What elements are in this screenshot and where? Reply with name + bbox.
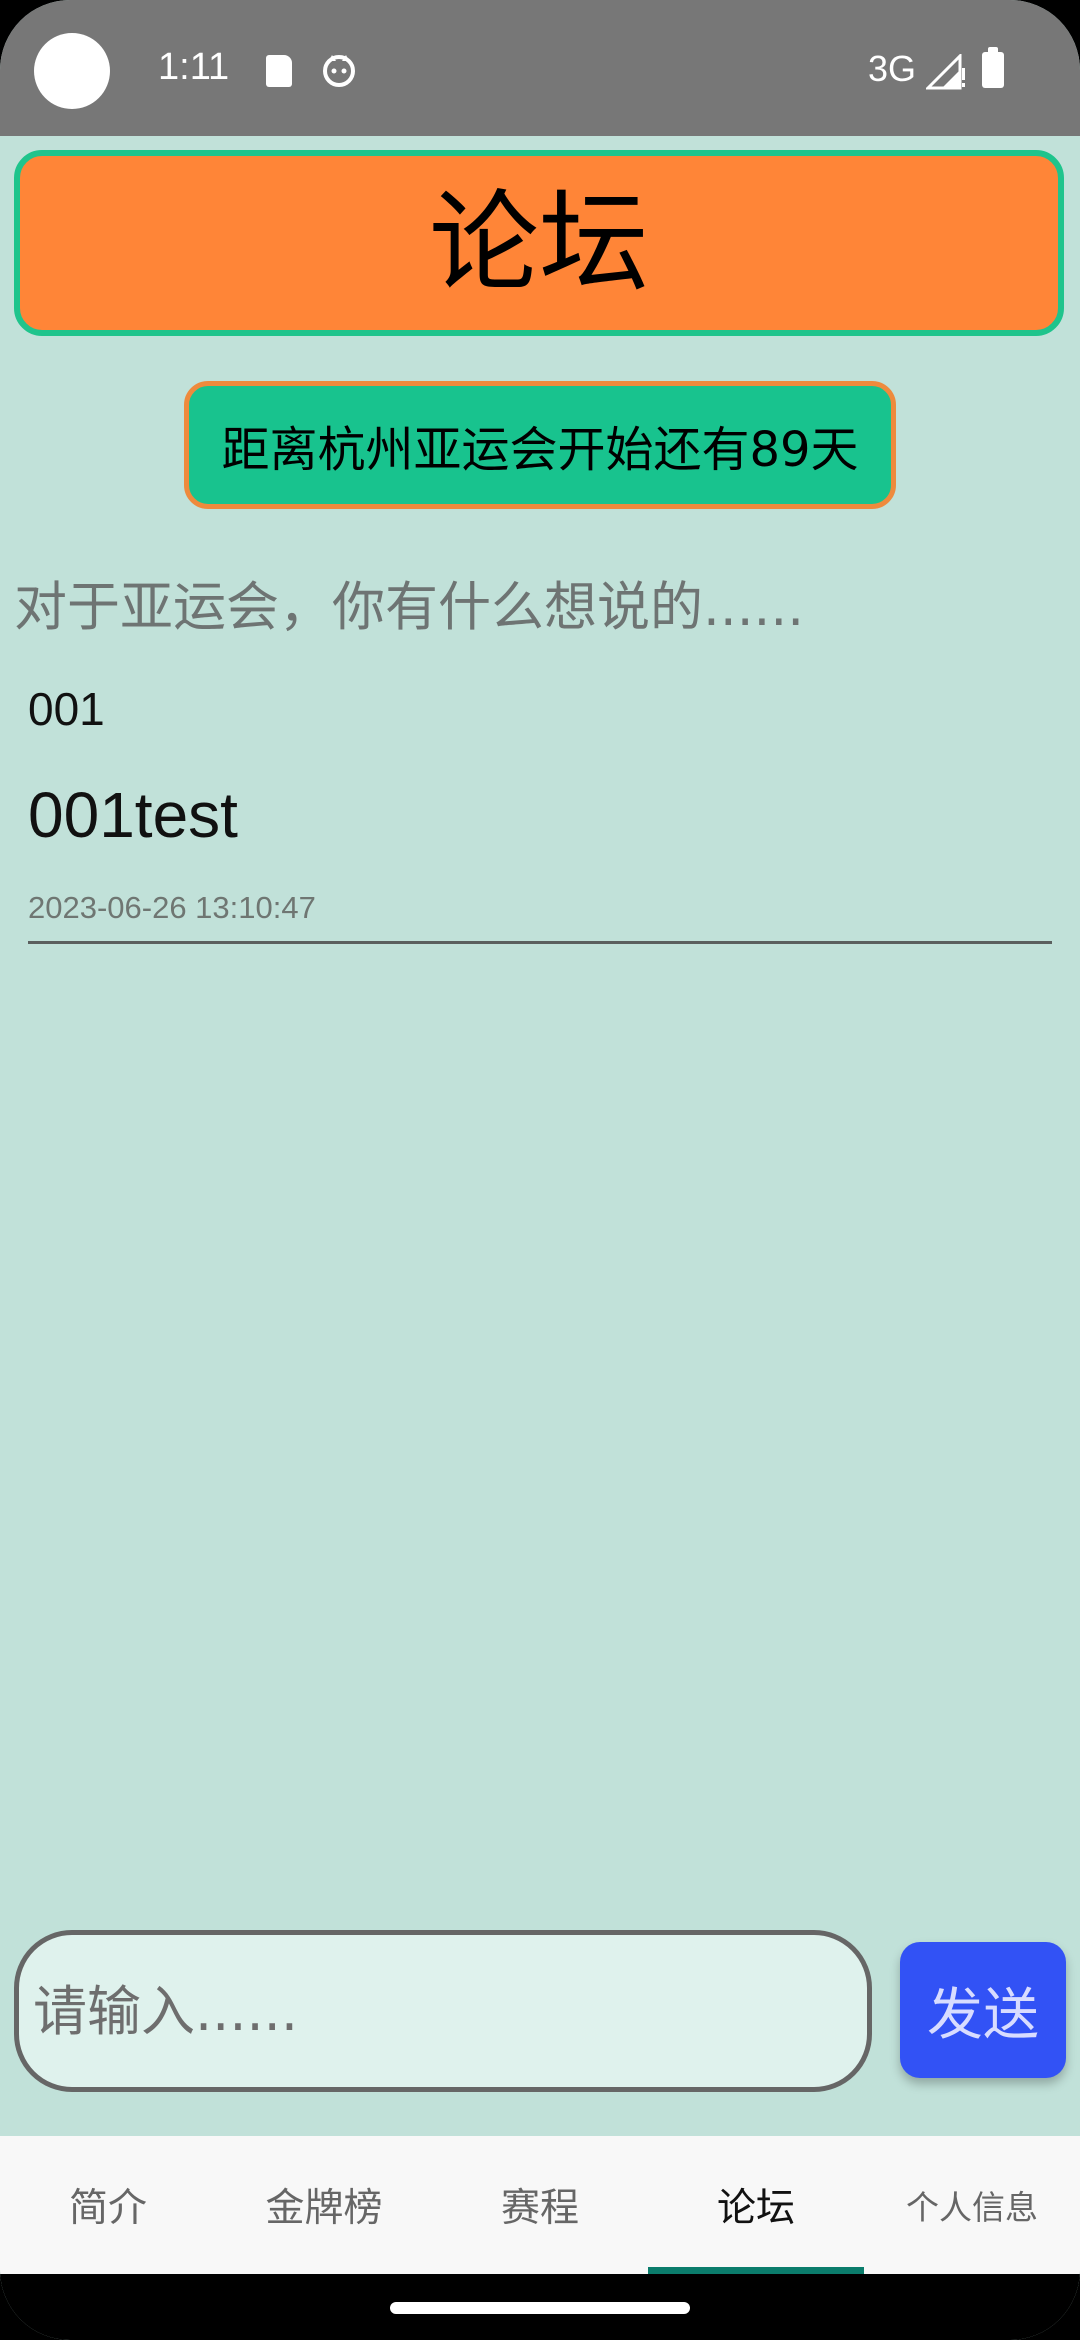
message-input[interactable] xyxy=(14,1930,872,2092)
countdown-badge: 距离杭州亚运会开始还有89天 xyxy=(184,381,896,509)
status-time: 1:11 xyxy=(158,46,230,88)
sd-card-icon xyxy=(266,55,292,87)
send-button[interactable]: 发送 xyxy=(900,1942,1066,2078)
tab-profile[interactable]: 个人信息 xyxy=(864,2136,1080,2274)
post-divider xyxy=(28,941,1052,944)
status-bar: 1:11 3G xyxy=(0,0,1080,136)
page-title-banner: 论坛 xyxy=(14,150,1064,336)
page-title: 论坛 xyxy=(429,179,649,307)
tab-medal-table[interactable]: 金牌榜 xyxy=(216,2136,432,2274)
post-timestamp: 2023-06-26 13:10:47 xyxy=(28,890,316,925)
tab-intro[interactable]: 简介 xyxy=(0,2136,216,2274)
post-author: 001 xyxy=(28,683,105,735)
signal-icon xyxy=(926,54,965,90)
home-indicator[interactable] xyxy=(390,2302,690,2314)
bottom-navigation: 简介 金牌榜 赛程 论坛 个人信息 xyxy=(0,2136,1080,2274)
cat-face-icon xyxy=(323,55,355,87)
battery-icon xyxy=(982,47,1004,88)
forum-prompt: 对于亚运会，你有什么想说的...... xyxy=(14,577,805,638)
camera-cutout xyxy=(34,33,110,109)
tab-forum[interactable]: 论坛 xyxy=(648,2136,864,2274)
app-screen: 1:11 3G 论坛 距离杭州亚运会开始还有89天 对于亚运会，你有什么想说的.… xyxy=(0,0,1080,2340)
tab-schedule[interactable]: 赛程 xyxy=(432,2136,648,2274)
countdown-text: 距离杭州亚运会开始还有89天 xyxy=(221,422,859,478)
network-type: 3G xyxy=(868,48,917,89)
post-content: 001test xyxy=(28,779,238,851)
